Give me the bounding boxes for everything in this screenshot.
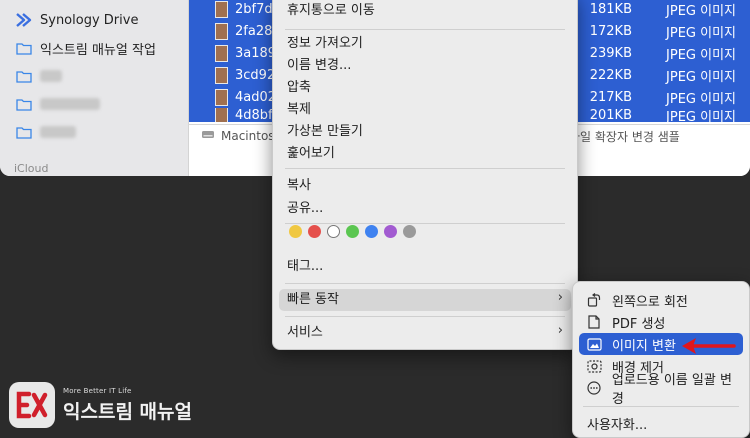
file-name: 3cd92 xyxy=(235,67,276,83)
file-size: 222KB xyxy=(589,67,632,83)
menu-item-share[interactable]: 공유... xyxy=(287,199,323,219)
photo-convert-icon xyxy=(585,337,603,351)
path-folder-label[interactable]: 파일 확장자 변경 샘플 xyxy=(569,128,680,145)
submenu-item-label: 이미지 변환 xyxy=(612,338,676,354)
path-disk[interactable]: Macintos xyxy=(201,129,275,143)
chevron-right-icon: › xyxy=(557,323,563,338)
path-disk-label: Macintos xyxy=(221,129,275,143)
rotate-left-icon xyxy=(585,293,603,307)
submenu-item-batch-rename[interactable]: 업로드용 이름 일괄 변경 xyxy=(579,373,743,407)
menu-item-duplicate[interactable]: 복제 xyxy=(287,100,311,120)
file-name: 4d8bf xyxy=(235,108,273,122)
menu-item-label: 빠른 동작 xyxy=(287,292,339,307)
menu-item-copy[interactable]: 복사 xyxy=(287,176,311,196)
image-thumbnail-icon xyxy=(215,44,228,62)
file-size: 239KB xyxy=(589,45,632,61)
hard-drive-icon xyxy=(201,129,215,143)
menu-item-rename[interactable]: 이름 변경... xyxy=(287,56,351,76)
file-kind: JPEG 이미지 xyxy=(666,109,736,123)
sidebar-item-label: 익스트림 매뉴얼 작업 xyxy=(40,42,156,58)
menu-item-make-alias[interactable]: 가상본 만들기 xyxy=(287,122,363,142)
tag-red[interactable] xyxy=(308,225,321,238)
image-thumbnail-icon xyxy=(215,108,228,122)
menu-item-get-info[interactable]: 정보 가져오기 xyxy=(287,34,363,54)
document-icon xyxy=(585,315,603,329)
file-kind: JPEG 이미지 xyxy=(666,91,736,107)
menu-separator xyxy=(285,316,565,317)
synology-drive-icon xyxy=(16,13,32,27)
menu-separator xyxy=(285,223,565,224)
file-kind: JPEG 이미지 xyxy=(666,47,736,63)
file-kind: JPEG 이미지 xyxy=(666,25,736,41)
watermark-text: More Better IT Life 익스트림 매뉴얼 xyxy=(63,387,192,424)
submenu-item-label: 왼쪽으로 회전 xyxy=(612,294,688,310)
menu-item-compress[interactable]: 압축 xyxy=(287,78,311,98)
folder-icon xyxy=(16,42,32,55)
menu-item-quick-actions[interactable]: 빠른 동작 › xyxy=(279,289,571,311)
image-thumbnail-icon xyxy=(215,66,228,84)
menu-separator xyxy=(285,29,565,30)
tag-none[interactable] xyxy=(327,225,340,238)
file-name: 4ad02 xyxy=(235,89,277,105)
menu-separator xyxy=(285,283,565,284)
sidebar-item-blurred-1[interactable] xyxy=(16,66,62,86)
annotation-arrow-icon xyxy=(682,338,736,354)
context-menu: 휴지통으로 이동 정보 가져오기 이름 변경... 압축 복제 가상본 만들기 … xyxy=(272,0,578,350)
blurred-label xyxy=(40,70,62,82)
file-kind: JPEG 이미지 xyxy=(666,69,736,85)
file-size: 172KB xyxy=(589,23,632,39)
brand-logo-icon xyxy=(9,382,55,428)
chevron-right-icon: › xyxy=(557,290,563,305)
submenu-item-rotate-left[interactable]: 왼쪽으로 회전 xyxy=(579,289,743,311)
menu-separator xyxy=(583,406,739,407)
tag-yellow[interactable] xyxy=(289,225,302,238)
file-kind: JPEG 이미지 xyxy=(666,3,736,19)
sidebar-section-icloud: iCloud xyxy=(14,162,49,175)
blurred-label xyxy=(40,98,100,110)
image-thumbnail-icon xyxy=(215,88,228,106)
folder-icon xyxy=(16,126,32,139)
image-thumbnail-icon xyxy=(215,22,228,40)
watermark-name: 익스트림 매뉴얼 xyxy=(63,400,192,423)
file-size: 201KB xyxy=(589,108,632,122)
submenu-item-create-pdf[interactable]: PDF 생성 xyxy=(579,311,743,333)
menu-item-quick-look[interactable]: 훑어보기 xyxy=(287,144,335,164)
quick-actions-submenu: 왼쪽으로 회전 PDF 생성 이미지 변환 배경 제거 업로드용 이름 일괄 변… xyxy=(572,281,750,438)
menu-item-tags[interactable]: 태그... xyxy=(287,257,323,277)
watermark-logo: More Better IT Life 익스트림 매뉴얼 xyxy=(9,382,192,428)
blurred-label xyxy=(40,126,76,138)
tag-gray[interactable] xyxy=(403,225,416,238)
tag-purple[interactable] xyxy=(384,225,397,238)
sidebar-item-label: Synology Drive xyxy=(40,12,139,28)
sidebar-item-work-folder[interactable]: 익스트림 매뉴얼 작업 xyxy=(16,38,156,58)
submenu-item-label: 업로드용 이름 일괄 변경 xyxy=(611,373,732,407)
submenu-item-label: 사용자화... xyxy=(587,417,648,433)
file-size: 181KB xyxy=(589,1,632,17)
submenu-item-customize[interactable]: 사용자화... xyxy=(579,412,743,434)
tag-green[interactable] xyxy=(346,225,359,238)
file-size: 217KB xyxy=(589,89,632,105)
tag-blue[interactable] xyxy=(365,225,378,238)
folder-icon xyxy=(16,98,32,111)
menu-item-trash[interactable]: 휴지통으로 이동 xyxy=(287,1,375,21)
folder-icon xyxy=(16,70,32,83)
ellipsis-circle-icon xyxy=(585,381,603,395)
tag-color-row xyxy=(289,225,416,238)
sidebar-item-synology-drive[interactable]: Synology Drive xyxy=(16,10,138,30)
finder-sidebar: Synology Drive 익스트림 매뉴얼 작업 iCloud xyxy=(0,0,189,176)
remove-background-icon xyxy=(585,359,603,373)
image-thumbnail-icon xyxy=(215,0,228,18)
watermark-tagline: More Better IT Life xyxy=(63,386,132,395)
menu-item-services[interactable]: 서비스 xyxy=(287,323,323,343)
sidebar-item-blurred-3[interactable] xyxy=(16,122,76,142)
submenu-item-label: PDF 생성 xyxy=(612,316,666,332)
sidebar-item-blurred-2[interactable] xyxy=(16,94,100,114)
menu-separator xyxy=(285,168,565,169)
